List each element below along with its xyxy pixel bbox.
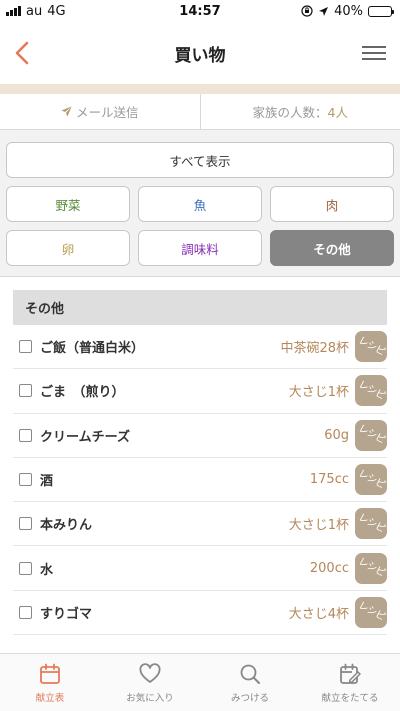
filter-fish-button[interactable]: 魚: [138, 186, 262, 222]
item-quantity: 大さじ1杯: [288, 385, 349, 401]
tab-bar: 献立表 お気に入り みつける 献立をたてる: [0, 653, 400, 711]
item-quantity: 大さじ4杯: [288, 606, 349, 622]
filter-meat-button[interactable]: 肉: [270, 186, 394, 222]
tab-label: 献立表: [35, 692, 65, 704]
item-quantity: 200cc: [309, 560, 349, 576]
navigation-bar: 買い物: [0, 22, 400, 84]
recipe-button[interactable]: レシピ: [355, 419, 387, 451]
recipe-label: レシピ: [356, 556, 387, 580]
list-item: ごま （煎り） 大さじ1杯 レシピ: [13, 369, 387, 414]
list-item: すりゴマ 大さじ4杯 レシピ: [13, 591, 387, 636]
tab-favorites[interactable]: お気に入り: [100, 654, 200, 711]
item-checkbox[interactable]: [19, 517, 32, 531]
item-name: 酒: [40, 474, 54, 490]
page-title: 買い物: [174, 45, 226, 66]
list-item: 本みりん 大さじ1杯 レシピ: [13, 502, 387, 547]
filter-egg-button[interactable]: 卵: [6, 230, 130, 266]
item-name: 本みりん: [40, 518, 93, 534]
menu-button[interactable]: [356, 33, 386, 73]
send-mail-label: メール送信: [75, 105, 139, 120]
tab-label: 献立をたてる: [321, 692, 379, 704]
filter-vegetables-button[interactable]: 野菜: [6, 186, 130, 222]
recipe-button[interactable]: レシピ: [355, 596, 387, 628]
send-mail-button[interactable]: メール送信: [0, 94, 200, 129]
battery-percent: 40%: [334, 3, 363, 19]
recipe-button[interactable]: レシピ: [355, 552, 387, 584]
calendar-icon: [40, 663, 60, 684]
search-icon: [240, 664, 260, 684]
item-name: クリームチーズ: [40, 429, 130, 445]
section-header: その他: [13, 290, 387, 325]
rotation-lock-icon: [301, 5, 313, 17]
family-size-value: 4人: [327, 105, 348, 120]
heart-icon: [139, 662, 161, 683]
item-quantity: 60g: [324, 427, 349, 443]
accent-strip: [0, 84, 400, 94]
recipe-label: レシピ: [356, 600, 387, 624]
network-label: 4G: [47, 3, 66, 19]
item-name: ご飯（普通白米）: [40, 341, 145, 357]
recipe-button[interactable]: レシピ: [355, 464, 387, 496]
item-checkbox[interactable]: [19, 428, 32, 442]
item-name: すりゴマ: [40, 606, 93, 622]
list-item: ご飯（普通白米） 中茶碗28杯 レシピ: [13, 325, 387, 370]
info-row: メール送信 家族の人数： 4人: [0, 94, 400, 130]
signal-icon: [6, 6, 21, 16]
item-quantity: 中茶碗28杯: [280, 341, 349, 357]
paper-plane-icon: [61, 106, 72, 117]
item-name: 水: [40, 562, 54, 578]
shopping-list: その他 ご飯（普通白米） 中茶碗28杯 レシピ ごま （煎り） 大さじ1杯 レシピ クリーム…: [0, 277, 400, 636]
filter-seasoning-button[interactable]: 調味料: [138, 230, 262, 266]
status-bar: au 4G 14:57 40%: [0, 0, 400, 22]
filter-other-button[interactable]: その他: [270, 230, 394, 266]
battery-icon: [368, 5, 394, 17]
chevron-left-icon: [15, 41, 29, 65]
recipe-label: レシピ: [356, 467, 387, 491]
recipe-label: レシピ: [356, 423, 387, 447]
recipe-button[interactable]: レシピ: [355, 331, 387, 363]
item-checkbox[interactable]: [19, 561, 32, 575]
location-icon: [319, 6, 329, 16]
calendar-edit-icon: [340, 663, 361, 684]
recipe-button[interactable]: レシピ: [355, 375, 387, 407]
item-quantity: 大さじ1杯: [288, 518, 349, 534]
family-size-cell[interactable]: 家族の人数： 4人: [199, 94, 400, 129]
list-item: クリームチーズ 60g レシピ: [13, 414, 387, 458]
list-item: 水 200cc レシピ: [13, 546, 387, 591]
item-quantity: 175cc: [309, 472, 349, 488]
list-item: 酒 175cc レシピ: [13, 458, 387, 503]
recipe-label: レシピ: [356, 334, 387, 358]
carrier-label: au: [26, 3, 43, 19]
recipe-label: レシピ: [356, 378, 387, 403]
tab-menu-calendar[interactable]: 献立表: [0, 654, 100, 711]
item-checkbox[interactable]: [19, 605, 32, 619]
show-all-button[interactable]: すべて表示: [6, 142, 394, 178]
item-name: ごま （煎り）: [40, 385, 125, 401]
family-size-label: 家族の人数：: [252, 105, 328, 120]
tab-discover[interactable]: みつける: [200, 654, 300, 711]
back-button[interactable]: [14, 33, 44, 73]
category-filters: すべて表示 野菜 魚 肉 卵 調味料 その他: [0, 130, 400, 277]
tab-plan-menu[interactable]: 献立をたてる: [300, 654, 400, 711]
tab-label: お気に入り: [126, 692, 174, 704]
recipe-button[interactable]: レシピ: [355, 508, 387, 540]
recipe-label: レシピ: [356, 511, 387, 535]
item-checkbox[interactable]: [19, 340, 32, 354]
item-checkbox[interactable]: [19, 384, 32, 398]
tab-label: みつける: [230, 692, 269, 704]
item-checkbox[interactable]: [19, 473, 32, 487]
hamburger-icon: [362, 46, 386, 60]
